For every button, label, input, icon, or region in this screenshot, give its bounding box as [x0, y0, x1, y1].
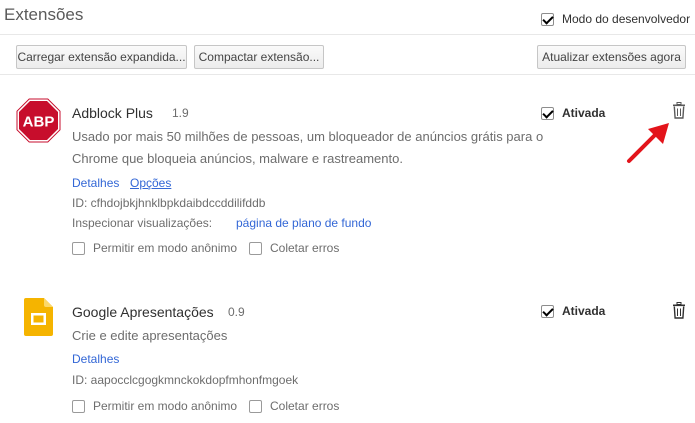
- details-link[interactable]: Detalhes: [72, 176, 119, 190]
- developer-mode-toggle[interactable]: Modo do desenvolvedor: [541, 12, 690, 26]
- load-unpacked-button[interactable]: Carregar extensão expandida...: [16, 45, 187, 69]
- red-arrow-icon: [627, 123, 669, 163]
- collect-errors-option[interactable]: Coletar erros: [249, 399, 339, 413]
- collect-errors-checkbox[interactable]: [249, 241, 262, 255]
- google-slides-icon: [24, 298, 53, 336]
- extension-name: Adblock Plus: [72, 105, 153, 121]
- extension-description-line-1: Usado por mais 50 milhões de pessoas, um…: [72, 129, 544, 144]
- enabled-checkbox[interactable]: [541, 106, 554, 120]
- background-page-link[interactable]: página de plano de fundo: [236, 216, 371, 230]
- trash-icon[interactable]: [672, 302, 686, 319]
- enabled-label: Ativada: [562, 304, 606, 318]
- incognito-checkbox[interactable]: [72, 399, 85, 413]
- extension-version: 1.9: [172, 106, 189, 120]
- collect-errors-label: Coletar erros: [270, 241, 340, 255]
- collect-errors-option[interactable]: Coletar erros: [249, 241, 339, 255]
- extension-description-line-2: Chrome que bloqueia anúncios, malware e …: [72, 151, 403, 166]
- update-extensions-button[interactable]: Atualizar extensões agora: [537, 45, 686, 69]
- incognito-checkbox[interactable]: [72, 241, 85, 255]
- developer-mode-label: Modo do desenvolvedor: [562, 12, 691, 26]
- enabled-toggle[interactable]: Ativada: [541, 106, 605, 120]
- inspect-views-label: Inspecionar visualizações:: [72, 216, 213, 230]
- details-link[interactable]: Detalhes: [72, 352, 119, 366]
- incognito-label: Permitir em modo anônimo: [93, 241, 238, 255]
- page-title: Extensões: [4, 5, 84, 24]
- incognito-option[interactable]: Permitir em modo anônimo: [72, 399, 237, 413]
- extension-item-adblock-plus: ABP Adblock Plus 1.9 Usado por mais 50 m…: [0, 90, 695, 270]
- collect-errors-checkbox[interactable]: [249, 399, 262, 413]
- options-link[interactable]: Opções: [130, 176, 171, 190]
- enabled-label: Ativada: [562, 106, 606, 120]
- toolbar-divider: [0, 74, 695, 75]
- extension-description: Crie e edite apresentações: [72, 328, 228, 343]
- collect-errors-label: Coletar erros: [270, 399, 340, 413]
- incognito-label: Permitir em modo anônimo: [93, 399, 238, 413]
- enabled-checkbox[interactable]: [541, 304, 554, 318]
- extension-item-google-slides: Google Apresentações 0.9 Crie e edite ap…: [0, 295, 695, 423]
- abp-logo-text: ABP: [23, 114, 55, 131]
- developer-mode-checkbox[interactable]: [541, 12, 554, 26]
- enabled-toggle[interactable]: Ativada: [541, 304, 605, 318]
- incognito-option[interactable]: Permitir em modo anônimo: [72, 241, 237, 255]
- extension-id: ID: cfhdojbkjhnklbpkdaibdccddilifddb: [72, 196, 266, 210]
- pack-extension-button[interactable]: Compactar extensão...: [194, 45, 324, 69]
- extension-name: Google Apresentações: [72, 304, 214, 320]
- extension-version: 0.9: [228, 305, 245, 319]
- trash-icon[interactable]: [672, 102, 686, 119]
- extension-id: ID: aapocclcgogkmnckokdopfmhonfmgoek: [72, 373, 299, 387]
- abp-logo-icon: ABP: [16, 98, 61, 143]
- header-divider: [0, 34, 695, 35]
